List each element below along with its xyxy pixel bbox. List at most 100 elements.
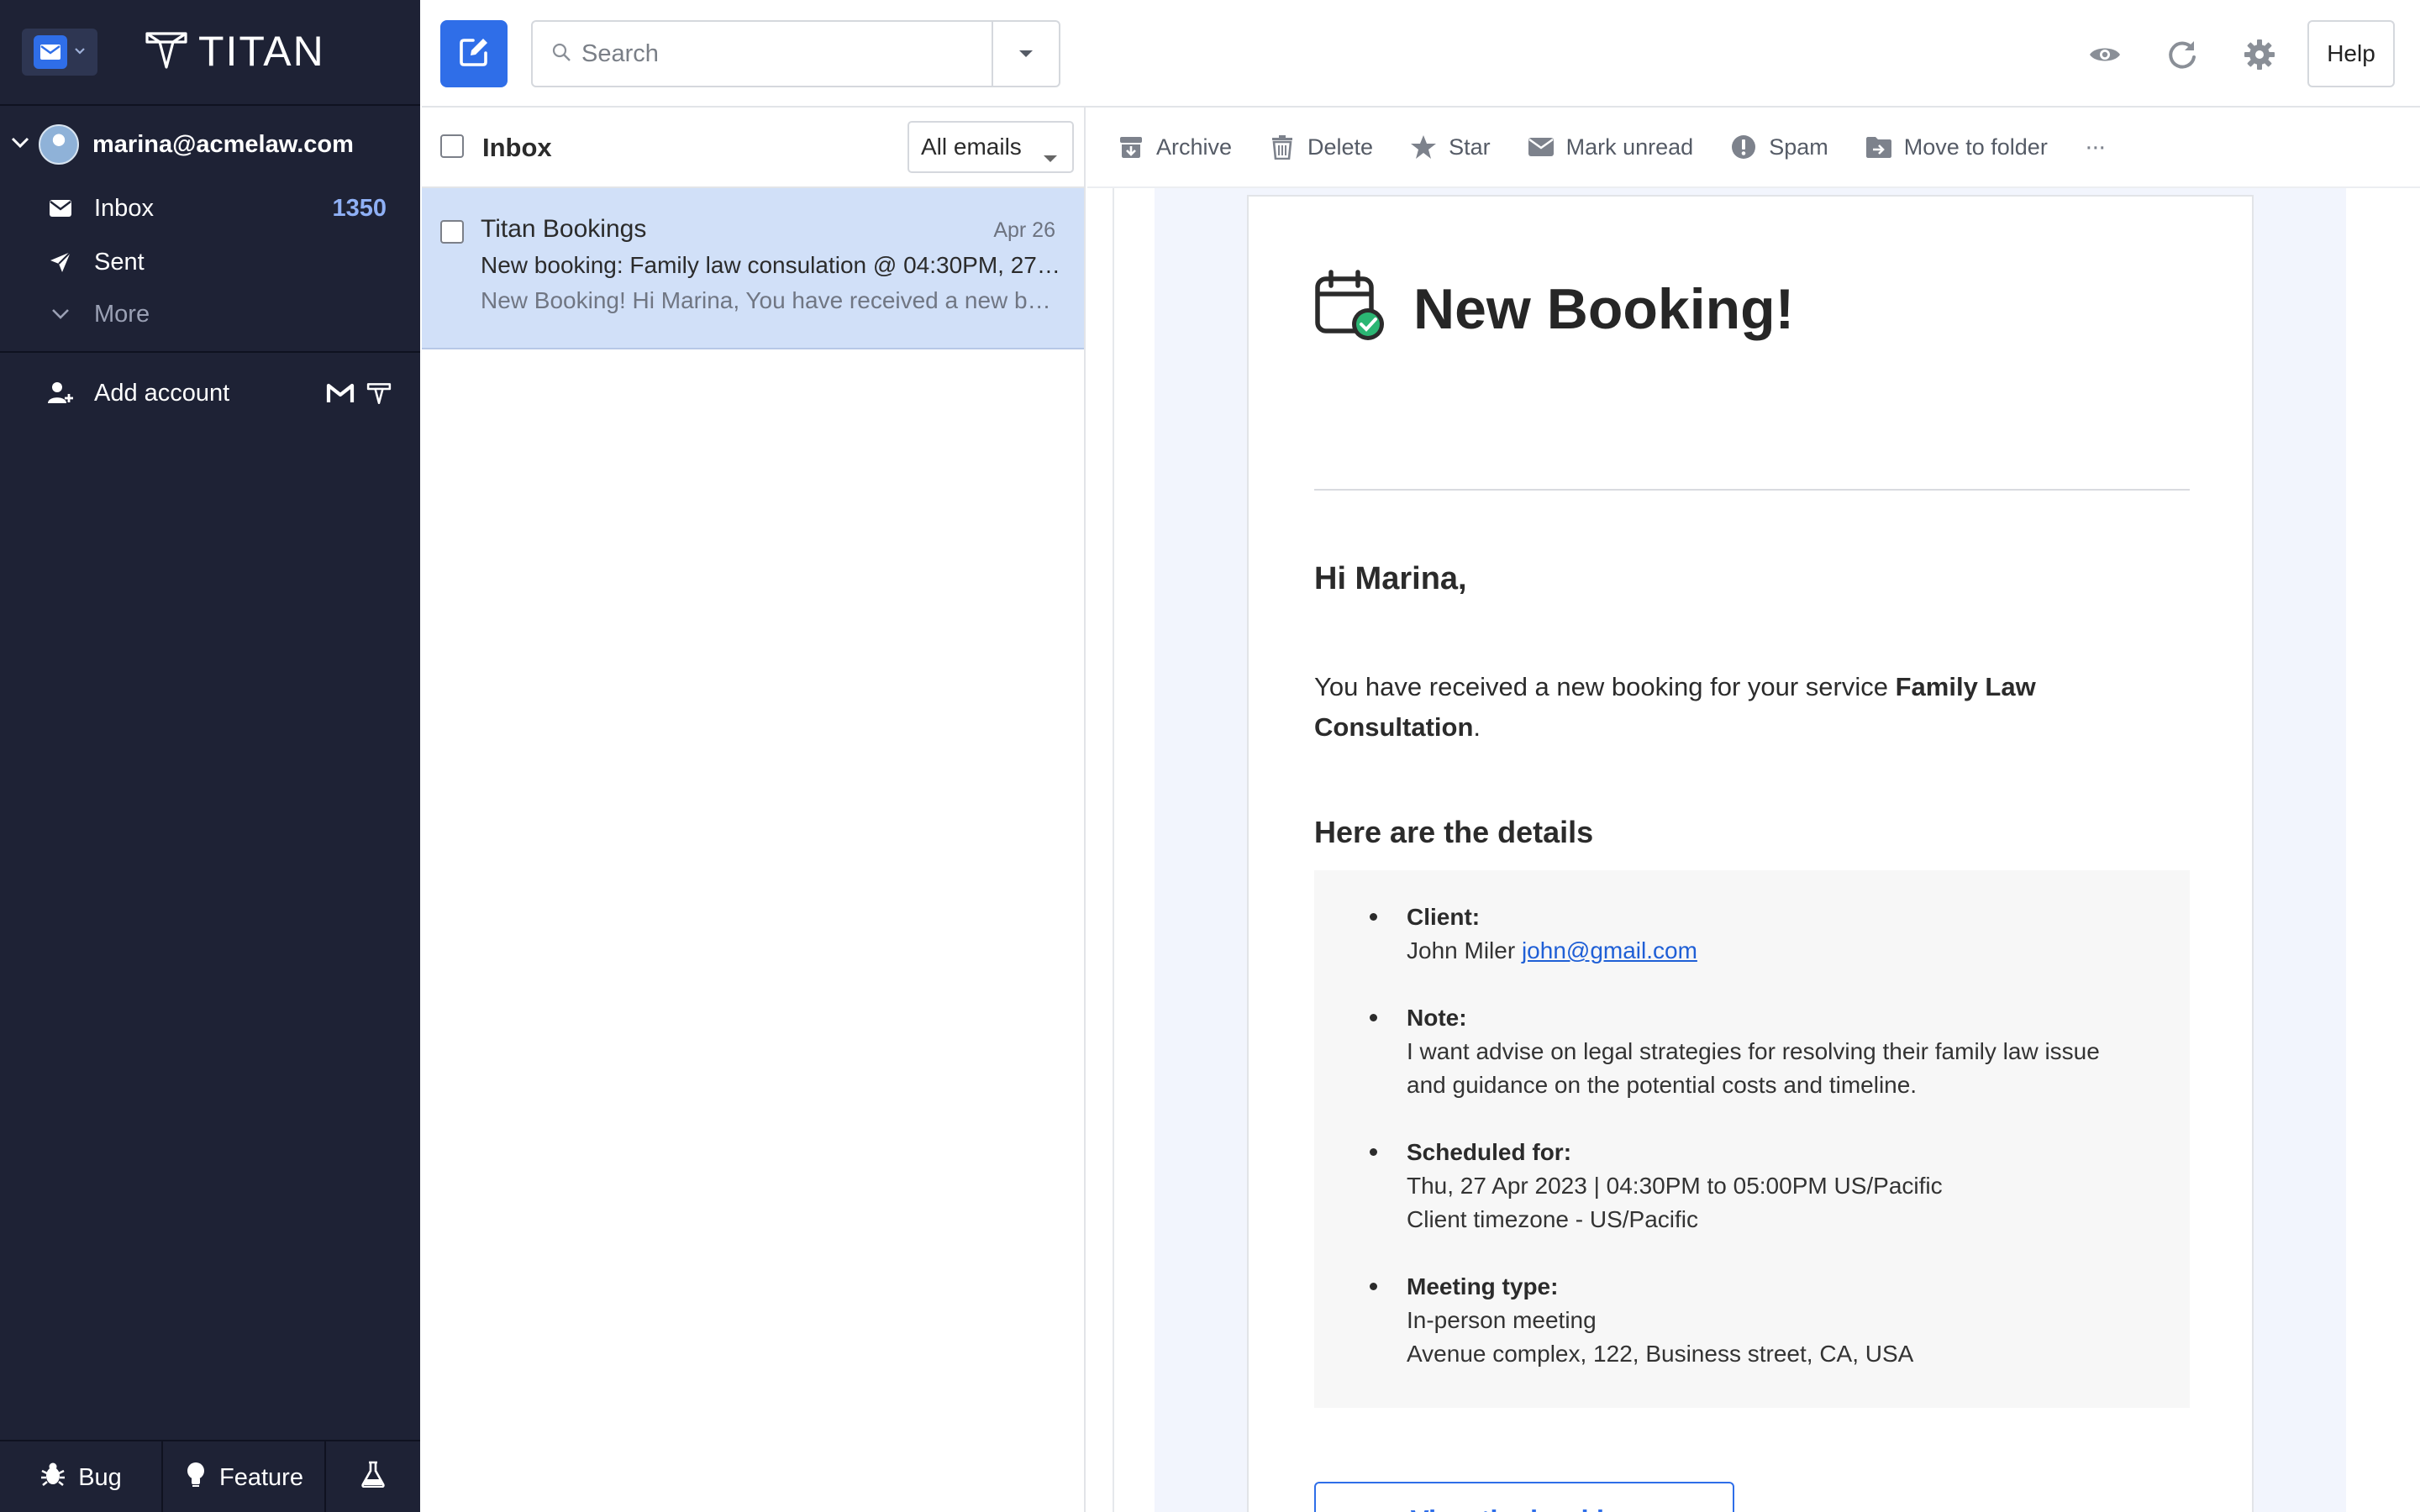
sidebar-item-label: More [94,300,150,328]
add-account-label: Add account [94,379,230,407]
message-sender: Titan Bookings [481,215,647,243]
detail-label: Client: [1407,904,1481,930]
details-heading: Here are the details [1314,815,1594,849]
search-options-dropdown[interactable] [992,22,1059,86]
refresh-icon[interactable] [2165,37,2200,72]
message-preview: New Booking! Hi Marina, You have receive… [481,287,1062,313]
email-filter-select[interactable]: All emails [908,121,1074,173]
message-checkbox[interactable] [440,220,464,244]
scheduled-time: Thu, 27 Apr 2023 | 04:30PM to 05:00PM US… [1407,1173,1943,1199]
folder-move-icon [1865,134,1892,160]
note-line: I want advise on legal strategies for re… [1407,1038,2100,1064]
archive-button[interactable]: Archive [1118,134,1232,160]
intro-period: . [1473,712,1481,742]
sidebar-item-label: Inbox [94,194,154,222]
help-button[interactable]: Help [2307,20,2395,87]
search-icon [551,42,571,66]
message-date: Apr 26 [993,218,1055,242]
titan-small-icon[interactable] [366,381,392,405]
sidebar-divider [0,351,420,353]
mail-icon [34,35,67,69]
email-title: New Booking! [1413,276,1795,341]
search-input[interactable] [581,39,968,68]
detail-meeting-type: Meeting type: In-person meeting Avenue c… [1369,1270,1914,1371]
settings-gear-icon[interactable] [2242,37,2277,72]
booking-details: Client: John Miler john@gmail.com Note: … [1314,870,2190,1408]
reading-pane: Archive Delete Star Mark unread Spam Mov… [1087,108,2420,1512]
star-label: Star [1449,134,1491,160]
search-box [531,20,1060,87]
sidebar: TITAN marina@acmelaw.com Inbox 1350 Sent… [0,0,420,1512]
intro-text: You have received a new booking for your… [1314,672,1896,701]
detail-note: Note: I want advise on legal strategies … [1370,1001,2100,1102]
compose-button[interactable] [440,20,508,87]
spam-button[interactable]: Spam [1730,134,1828,160]
chevron-down-icon [47,301,74,328]
message-row[interactable]: Titan Bookings Apr 26 New booking: Famil… [422,188,1084,349]
sidebar-item-inbox[interactable]: Inbox 1350 [0,185,420,232]
email-body-background: New Booking! Hi Marina, You have receive… [1155,188,2346,1512]
folder-title: Inbox [482,133,552,162]
flask-icon [360,1461,386,1494]
feature-request-button[interactable]: Feature [163,1441,326,1512]
account-row[interactable]: marina@acmelaw.com [0,121,420,168]
select-all-checkbox[interactable] [440,134,464,158]
mark-unread-label: Mark unread [1565,134,1694,160]
labs-button[interactable] [326,1441,420,1512]
message-list-header: Inbox All emails [422,108,1084,188]
divider [1314,489,2190,491]
meeting-address: Avenue complex, 122, Business street, CA… [1407,1341,1914,1367]
chevron-down-icon[interactable] [10,136,32,154]
detail-label: Note: [1407,1005,1467,1031]
move-to-folder-button[interactable]: Move to folder [1865,134,2048,160]
meeting-type: In-person meeting [1407,1307,1597,1333]
star-button[interactable]: Star [1410,134,1491,160]
mark-unread-button[interactable]: Mark unread [1528,134,1694,160]
chevron-down-icon [74,45,86,60]
client-name: John Miler [1407,937,1516,963]
client-timezone: Client timezone - US/Pacific [1407,1206,1699,1232]
detail-label: Meeting type: [1407,1273,1559,1299]
more-dots-icon: ··· [2084,133,2107,160]
account-email: marina@acmelaw.com [92,130,354,158]
gmail-icon[interactable] [326,382,355,404]
view-booking-button[interactable]: View the booking [1314,1482,1734,1512]
eye-icon[interactable] [2087,37,2123,72]
caret-down-icon [1042,143,1059,170]
client-email-link[interactable]: john@gmail.com [1522,937,1697,963]
envelope-icon [1528,134,1555,160]
add-account-button[interactable]: Add account [0,370,420,417]
add-user-icon [47,380,74,407]
lightbulb-icon [184,1461,208,1494]
feature-label: Feature [219,1463,303,1491]
inbox-icon [47,195,74,222]
bug-icon [39,1461,66,1494]
paper-plane-icon [47,249,74,276]
sidebar-item-sent[interactable]: Sent [0,239,420,286]
calendar-check-icon [1313,269,1388,349]
warning-icon [1730,134,1757,160]
email-card: New Booking! Hi Marina, You have receive… [1247,195,2254,1512]
sidebar-footer: Bug Feature [0,1440,420,1512]
star-icon [1410,134,1437,160]
bug-label: Bug [78,1463,122,1491]
avatar [39,124,79,165]
titan-logo-icon [145,29,188,75]
detail-label: Scheduled for: [1407,1139,1572,1165]
sidebar-item-more[interactable]: More [0,291,420,338]
app-switcher[interactable] [22,29,97,76]
delete-label: Delete [1307,134,1374,160]
message-list: Inbox All emails Titan Bookings Apr 26 N… [422,108,1086,1512]
message-subject: New booking: Family law consulation @ 04… [481,252,1062,278]
note-line: and guidance on the potential costs and … [1407,1072,1918,1098]
report-bug-button[interactable]: Bug [0,1441,163,1512]
detail-client: Client: John Miler john@gmail.com [1370,900,1697,968]
delete-button[interactable]: Delete [1269,134,1373,160]
more-actions-button[interactable]: ··· [2084,133,2107,161]
sidebar-header: TITAN [0,0,420,106]
archive-label: Archive [1156,134,1233,160]
move-label: Move to folder [1903,134,2048,160]
filter-value: All emails [921,134,1022,160]
trash-icon [1269,134,1296,160]
top-toolbar: Help [422,0,2420,108]
